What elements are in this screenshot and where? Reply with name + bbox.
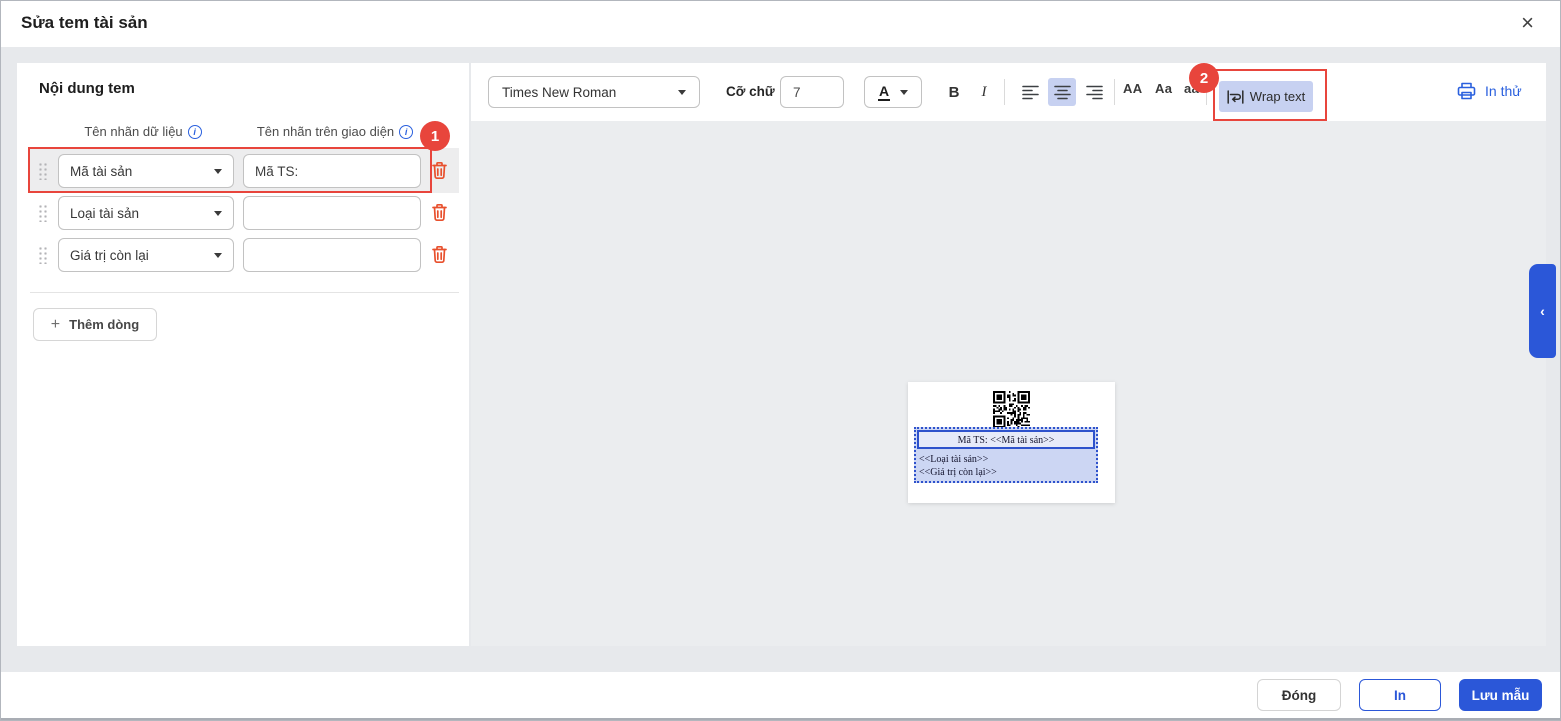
column-header-display-label: Tên nhãn trên giao diện i	[235, 124, 435, 139]
panel-heading: Nội dung tem	[39, 80, 135, 97]
column-header-text: Tên nhãn trên giao diện	[257, 124, 394, 139]
save-template-button[interactable]: Lưu mẫu	[1459, 679, 1542, 711]
align-left-button[interactable]	[1016, 78, 1044, 106]
label-text-block[interactable]: Mã TS: <<Mã tài sản>> <<Loại tài sản>> <…	[914, 427, 1098, 483]
add-row-label: Thêm dòng	[69, 317, 139, 332]
chevron-down-icon	[678, 90, 686, 95]
data-label-select[interactable]: Giá trị còn lại	[58, 238, 234, 272]
drag-handle-icon[interactable]	[38, 246, 48, 264]
wrap-text-label: Wrap text	[1250, 89, 1305, 104]
dialog-title: Sửa tem tài sản	[21, 13, 148, 33]
design-canvas[interactable]: Mã TS: <<Mã tài sản>> <<Loại tài sản>> <…	[471, 121, 1546, 646]
data-label-select[interactable]: Mã tài sản	[58, 154, 234, 188]
display-label-input[interactable]	[243, 238, 421, 272]
selected-option: Giá trị còn lại	[70, 248, 149, 263]
label-line[interactable]: <<Giá trị còn lại>>	[919, 467, 997, 478]
print-button[interactable]: In	[1359, 679, 1441, 711]
chevron-down-icon	[900, 90, 908, 95]
column-header-text: Tên nhãn dữ liệu	[84, 124, 182, 139]
collapse-panel-tab[interactable]: ‹	[1529, 264, 1556, 358]
uppercase-button[interactable]: AA	[1123, 81, 1142, 96]
titlecase-button[interactable]: Aa	[1155, 81, 1172, 96]
label-field-row: Giá trị còn lại	[17, 237, 469, 273]
display-label-input[interactable]	[243, 196, 421, 230]
display-label-input[interactable]	[243, 154, 421, 188]
drag-handle-icon[interactable]	[38, 204, 48, 222]
dialog-titlebar: Sửa tem tài sản ×	[1, 1, 1560, 47]
edit-asset-label-dialog: Sửa tem tài sản × Nội dung tem Tên nhãn …	[0, 0, 1561, 721]
dialog-footer: Đóng In Lưu mẫu	[1, 672, 1560, 718]
add-row-button[interactable]: + Thêm dòng	[33, 308, 157, 341]
annotation-badge-step2: 2	[1189, 63, 1219, 93]
font-family-value: Times New Roman	[502, 85, 616, 100]
label-line-selected[interactable]: Mã TS: <<Mã tài sản>>	[917, 430, 1095, 449]
delete-row-icon[interactable]	[429, 244, 450, 265]
toolbar-separator	[1114, 79, 1115, 105]
bold-button[interactable]: B	[941, 80, 967, 105]
selected-option: Loại tài sản	[70, 206, 139, 221]
drag-handle-icon[interactable]	[38, 162, 48, 180]
align-right-button[interactable]	[1080, 78, 1108, 106]
label-preview-card[interactable]: Mã TS: <<Mã tài sản>> <<Loại tài sản>> <…	[908, 382, 1115, 503]
label-content-panel: Nội dung tem Tên nhãn dữ liệu i Tên nhãn…	[17, 63, 469, 646]
info-icon[interactable]: i	[188, 125, 202, 139]
label-field-row: Mã tài sản	[17, 153, 469, 189]
delete-row-icon[interactable]	[429, 160, 450, 181]
font-color-letter: A	[878, 84, 890, 101]
close-icon[interactable]: ×	[1521, 10, 1534, 36]
chevron-left-icon: ‹	[1540, 303, 1545, 319]
font-color-select[interactable]: A	[864, 76, 922, 108]
font-size-input[interactable]	[780, 76, 844, 108]
label-line[interactable]: <<Loại tài sản>>	[919, 454, 988, 465]
format-toolbar: Times New Roman Cỡ chữ A B I	[471, 63, 1546, 121]
font-size-label: Cỡ chữ	[726, 84, 775, 99]
delete-row-icon[interactable]	[429, 202, 450, 223]
qr-code	[993, 391, 1030, 428]
column-header-data-label: Tên nhãn dữ liệu i	[53, 124, 233, 139]
annotation-badge-step1: 1	[420, 121, 450, 151]
label-designer-panel: Times New Roman Cỡ chữ A B I	[471, 63, 1546, 646]
chevron-down-icon	[214, 211, 222, 216]
chevron-down-icon	[214, 169, 222, 174]
plus-icon: +	[51, 316, 60, 334]
wrap-text-button[interactable]: Wrap text	[1219, 81, 1313, 112]
selected-option: Mã tài sản	[70, 164, 132, 179]
chevron-down-icon	[214, 253, 222, 258]
italic-button[interactable]: I	[971, 80, 997, 105]
font-family-select[interactable]: Times New Roman	[488, 76, 700, 108]
info-icon[interactable]: i	[399, 125, 413, 139]
align-center-button[interactable]	[1048, 78, 1076, 106]
divider	[30, 292, 459, 293]
wrap-text-icon	[1227, 90, 1244, 104]
data-label-select[interactable]: Loại tài sản	[58, 196, 234, 230]
close-button[interactable]: Đóng	[1257, 679, 1341, 711]
printer-icon	[1457, 82, 1476, 100]
print-test-button[interactable]: In thử	[1457, 82, 1522, 100]
label-field-row: Loại tài sản	[17, 195, 469, 231]
toolbar-separator	[1004, 79, 1005, 105]
print-test-label: In thử	[1485, 83, 1522, 99]
